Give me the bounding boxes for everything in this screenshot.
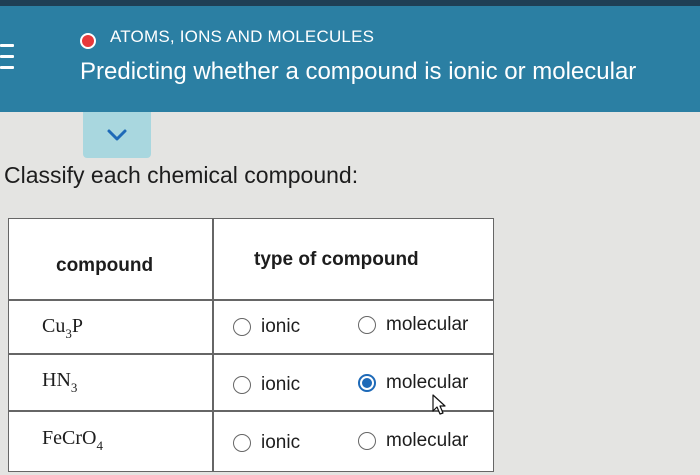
column-header-compound: compound [56, 255, 154, 276]
compound-formula: Cu3P [42, 315, 83, 341]
row-divider [9, 353, 493, 355]
option-label: molecular [386, 314, 469, 335]
row-divider [9, 299, 493, 301]
header-bar: ATOMS, IONS AND MOLECULES Predicting whe… [0, 0, 700, 112]
instruction-text: Classify each chemical compound: [4, 162, 359, 188]
radio-ionic[interactable] [233, 318, 251, 336]
option-molecular[interactable]: molecular [358, 314, 468, 336]
page-title: Predicting whether a compound is ionic o… [80, 58, 637, 85]
classification-table: compound type of compound Cu3P ionic mol… [8, 218, 494, 472]
topic-status-dot [80, 33, 96, 49]
topic-label: ATOMS, IONS AND MOLECULES [110, 27, 375, 46]
option-label: ionic [261, 374, 301, 395]
radio-molecular[interactable] [358, 316, 376, 334]
radio-molecular[interactable] [358, 432, 376, 450]
chevron-down-icon [107, 129, 127, 141]
row-divider [9, 410, 493, 412]
option-ionic[interactable]: ionic [233, 432, 300, 454]
radio-molecular-selected[interactable] [358, 374, 376, 392]
column-header-type: type of compound [254, 249, 419, 270]
compound-formula: HN3 [42, 369, 78, 395]
collapse-button[interactable] [83, 112, 151, 158]
option-molecular[interactable]: molecular [358, 430, 468, 452]
mouse-cursor-icon [432, 394, 446, 415]
radio-ionic[interactable] [233, 434, 251, 452]
option-ionic[interactable]: ionic [233, 316, 300, 338]
option-ionic[interactable]: ionic [233, 374, 300, 396]
menu-icon[interactable] [0, 44, 14, 70]
header-top-strip [0, 0, 700, 6]
option-label: molecular [386, 372, 469, 393]
compound-formula: FeCrO4 [42, 427, 103, 453]
option-label: molecular [386, 430, 469, 451]
option-label: ionic [261, 316, 301, 337]
radio-ionic[interactable] [233, 376, 251, 394]
column-divider [212, 219, 214, 471]
option-label: ionic [261, 432, 301, 453]
option-molecular[interactable]: molecular [358, 372, 468, 394]
